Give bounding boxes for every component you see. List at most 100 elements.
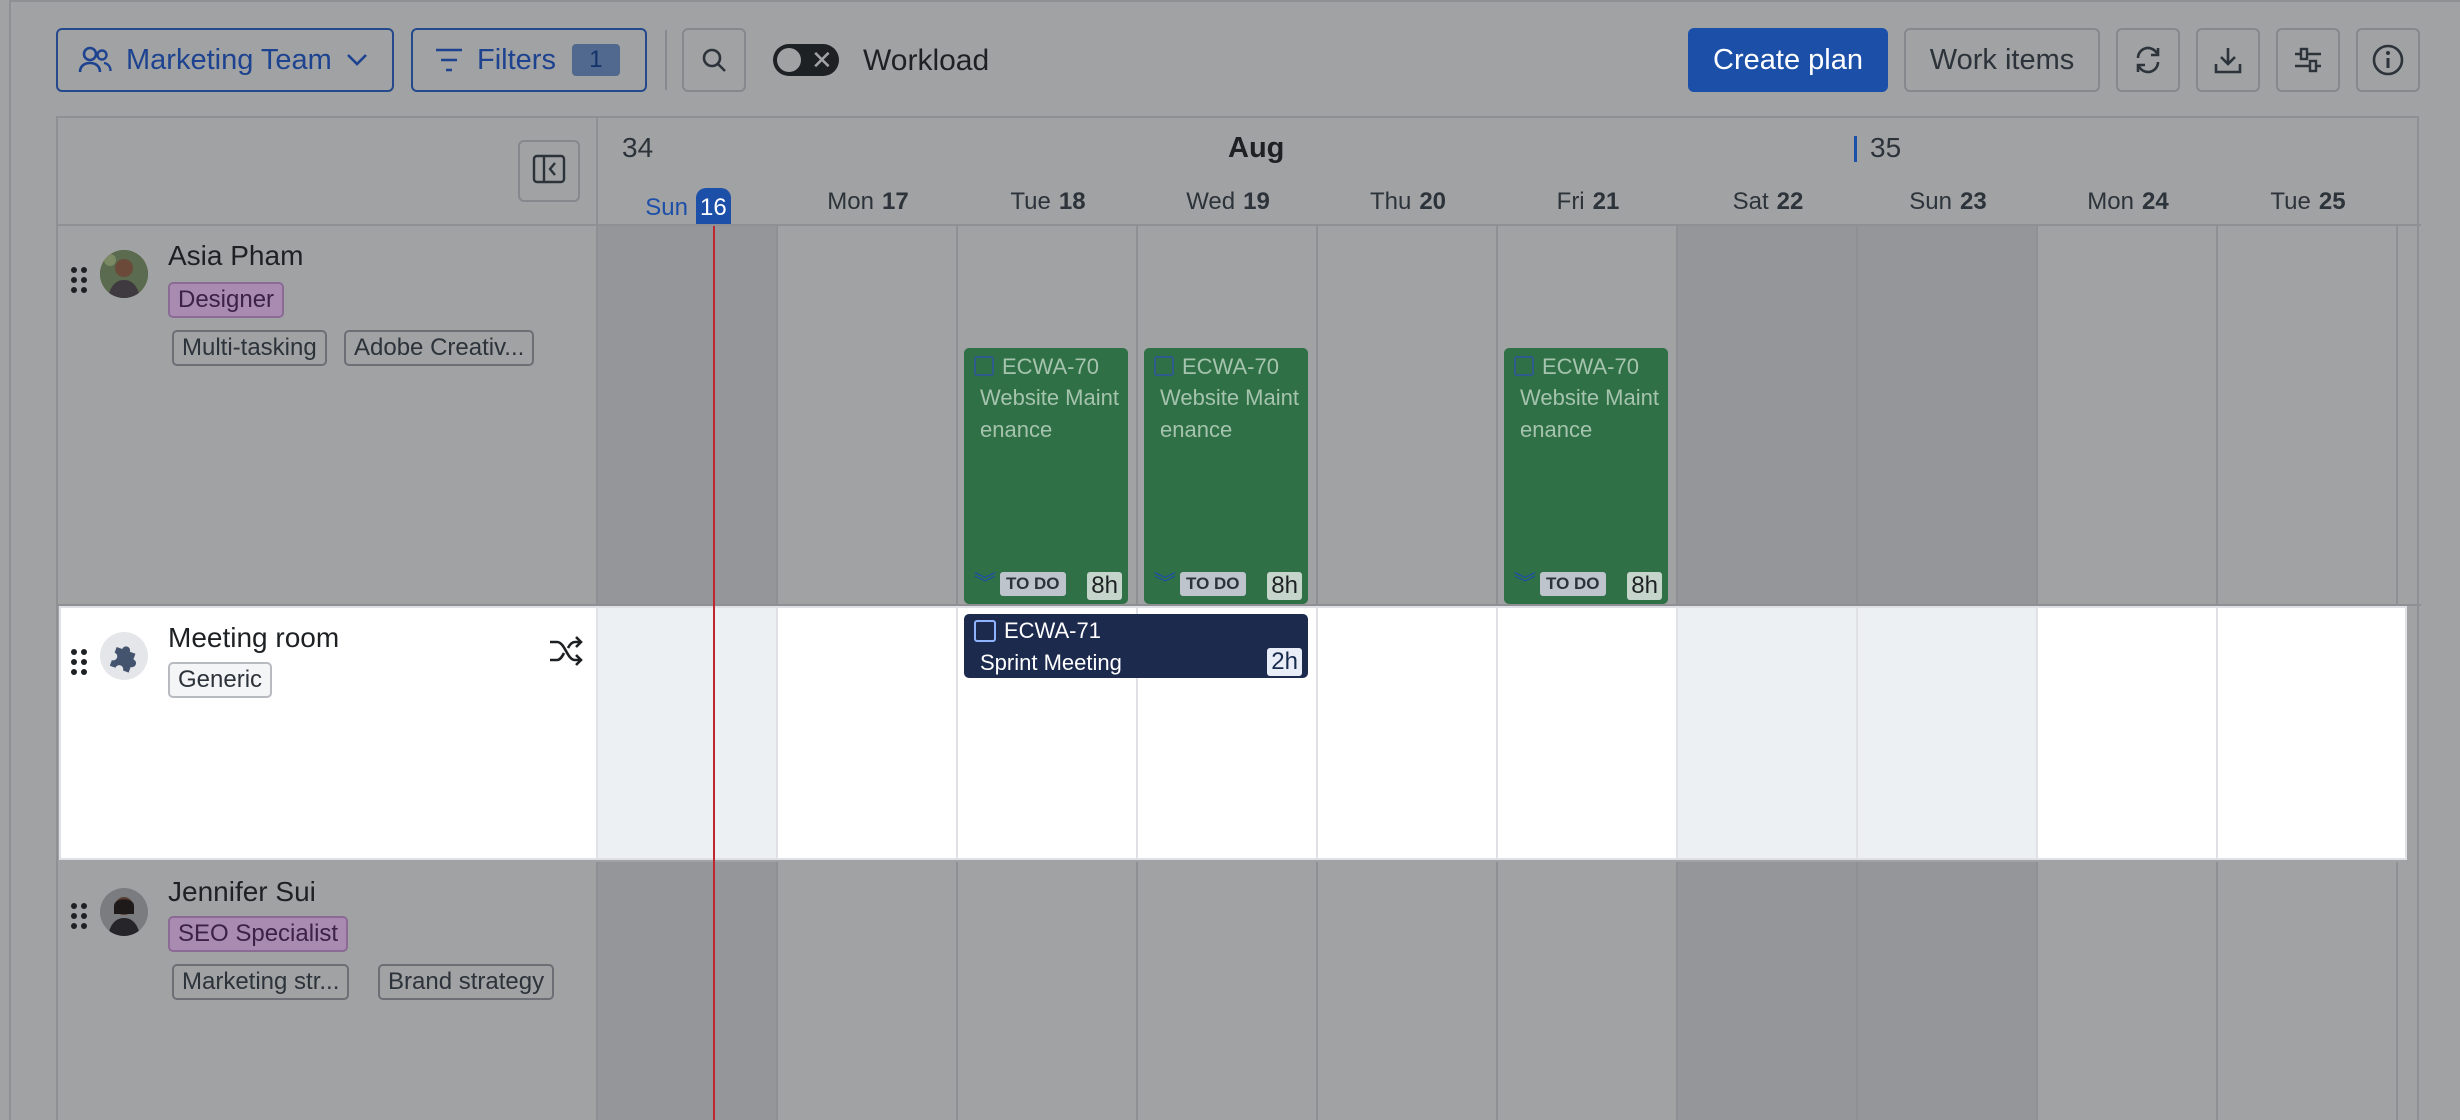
work-items-button[interactable]: Work items [1904, 28, 2100, 92]
day-cell[interactable] [1138, 862, 1318, 1120]
day-cell[interactable] [1318, 608, 1498, 858]
day-cell[interactable] [2218, 862, 2398, 1120]
day-cell[interactable] [958, 862, 1138, 1120]
close-icon: ✕ [811, 45, 833, 75]
day-cell[interactable] [2038, 226, 2218, 604]
day-cell[interactable] [2218, 608, 2398, 858]
day-header: Mon 24 [2087, 188, 2169, 215]
toolbar-divider [665, 30, 667, 90]
workload-toggle[interactable]: ✕ [773, 44, 839, 76]
timeline-header: 34 Aug 35 Sun 16 Mon 17 Tue 18 Wed 19 Thu 20 … [598, 118, 2421, 226]
resource-name: Meeting room [168, 622, 340, 653]
avatar [100, 250, 148, 298]
task-title: Website Maintenance [1520, 385, 1659, 442]
day-header: Mon 17 [827, 188, 909, 215]
task-id: ECWA-70 [1002, 354, 1099, 379]
day-header: Thu 20 [1369, 188, 1447, 215]
refresh-button[interactable] [2116, 28, 2180, 92]
hours-badge: 8h [1627, 572, 1662, 600]
skill-tag: Brand strategy [378, 964, 555, 1000]
day-header: Tue 25 [2270, 188, 2346, 215]
hours-badge: 2h [1267, 648, 1302, 676]
day-cell[interactable] [598, 862, 778, 1120]
day-cell[interactable] [1318, 226, 1498, 604]
resource-info: Jennifer Sui SEO Specialist Marketing st… [58, 862, 598, 1120]
task-card[interactable]: ECWA-71 Sprint Meeting 2h [964, 614, 1308, 678]
chevron-down-icon [346, 53, 368, 67]
search-button[interactable] [682, 28, 746, 92]
skill-tag: Multi-tasking [172, 330, 327, 366]
drag-handle-icon[interactable] [70, 902, 88, 935]
priority-chevron-icon: ︾ [974, 571, 997, 596]
avatar [100, 888, 148, 936]
puzzle-icon [100, 632, 148, 680]
task-card[interactable]: ECWA-70 Website Maintenance ︾ TO DO 8h [964, 348, 1128, 604]
toolbar: Marketing Team Filters 1 ✕ Workload Crea… [0, 0, 2460, 120]
task-id: ECWA-70 [1182, 354, 1279, 379]
day-cell[interactable] [598, 608, 778, 858]
settings-sliders-button[interactable] [2276, 28, 2340, 92]
shuffle-icon[interactable] [548, 636, 584, 671]
skill-tag: Adobe Creativ... [344, 330, 535, 366]
week-number-label: 35 [1870, 132, 1902, 163]
day-cell[interactable] [1498, 608, 1678, 858]
task-checkbox-icon [974, 356, 994, 376]
filter-icon [435, 47, 463, 73]
resource-info: Asia Pham Designer Multi-tasking Adobe C… [58, 226, 598, 604]
download-icon [2212, 44, 2244, 76]
collapse-panel-icon [532, 154, 566, 189]
day-cell[interactable] [1678, 608, 1858, 858]
day-cell[interactable] [778, 226, 958, 604]
drag-handle-icon[interactable] [70, 266, 88, 299]
resource-row-highlighted: Meeting room Generic ECWA-71 Sprint Meet… [61, 608, 2405, 858]
day-header: Wed 19 [1186, 188, 1270, 215]
day-cell[interactable] [2038, 862, 2218, 1120]
task-id: ECWA-71 [1004, 618, 1101, 643]
day-header: Sun 23 [1909, 188, 1987, 215]
role-tag: Designer [168, 282, 285, 318]
day-header: Sat 22 [1732, 188, 1804, 215]
filters-button[interactable]: Filters 1 [411, 28, 647, 92]
resource-board: 34 Aug 35 Sun 16 Mon 17 Tue 18 Wed 19 Thu 20 … [56, 116, 2421, 1120]
week-marker [1854, 136, 1857, 162]
day-cell[interactable] [778, 608, 958, 858]
status-badge: TO DO [1180, 572, 1246, 596]
day-cell[interactable] [2218, 226, 2398, 604]
workload-label: Workload [863, 44, 990, 77]
info-button[interactable] [2356, 28, 2420, 92]
task-checkbox-icon [1154, 356, 1174, 376]
day-header: Fri 21 [1556, 188, 1620, 215]
status-badge: TO DO [1540, 572, 1606, 596]
drag-handle-icon[interactable] [70, 648, 88, 681]
day-cell[interactable] [598, 226, 778, 604]
search-icon [700, 46, 728, 74]
resource-info: Meeting room Generic [61, 608, 598, 858]
people-icon [78, 45, 112, 75]
team-selector-button[interactable]: Marketing Team [56, 28, 394, 92]
collapse-sidebar-button[interactable] [518, 140, 580, 202]
team-selector-label: Marketing Team [126, 43, 332, 76]
day-cell[interactable] [778, 862, 958, 1120]
day-cell[interactable] [1678, 862, 1858, 1120]
week-number-label: 34 [622, 132, 654, 163]
day-cell[interactable] [2038, 608, 2218, 858]
task-title: Sprint Meeting [980, 650, 1122, 675]
task-card[interactable]: ECWA-70 Website Maintenance ︾ TO DO 8h [1144, 348, 1308, 604]
toggle-knob [777, 48, 801, 72]
day-cell[interactable] [1858, 862, 2038, 1120]
task-card[interactable]: ECWA-70 Website Maintenance ︾ TO DO 8h [1504, 348, 1668, 604]
day-cell[interactable] [1318, 862, 1498, 1120]
status-badge: TO DO [1000, 572, 1066, 596]
day-cell[interactable] [1498, 862, 1678, 1120]
create-plan-button[interactable]: Create plan [1688, 28, 1888, 92]
sliders-icon [2292, 44, 2324, 76]
day-cell[interactable] [1678, 226, 1858, 604]
priority-chevron-icon: ︾ [1154, 571, 1177, 596]
day-cell[interactable] [1858, 608, 2038, 858]
resource-list-header [58, 118, 598, 226]
download-button[interactable] [2196, 28, 2260, 92]
day-cell[interactable] [1858, 226, 2038, 604]
resource-row: Asia Pham Designer Multi-tasking Adobe C… [58, 226, 2421, 606]
task-id: ECWA-70 [1542, 354, 1639, 379]
role-tag: Generic [168, 662, 273, 698]
